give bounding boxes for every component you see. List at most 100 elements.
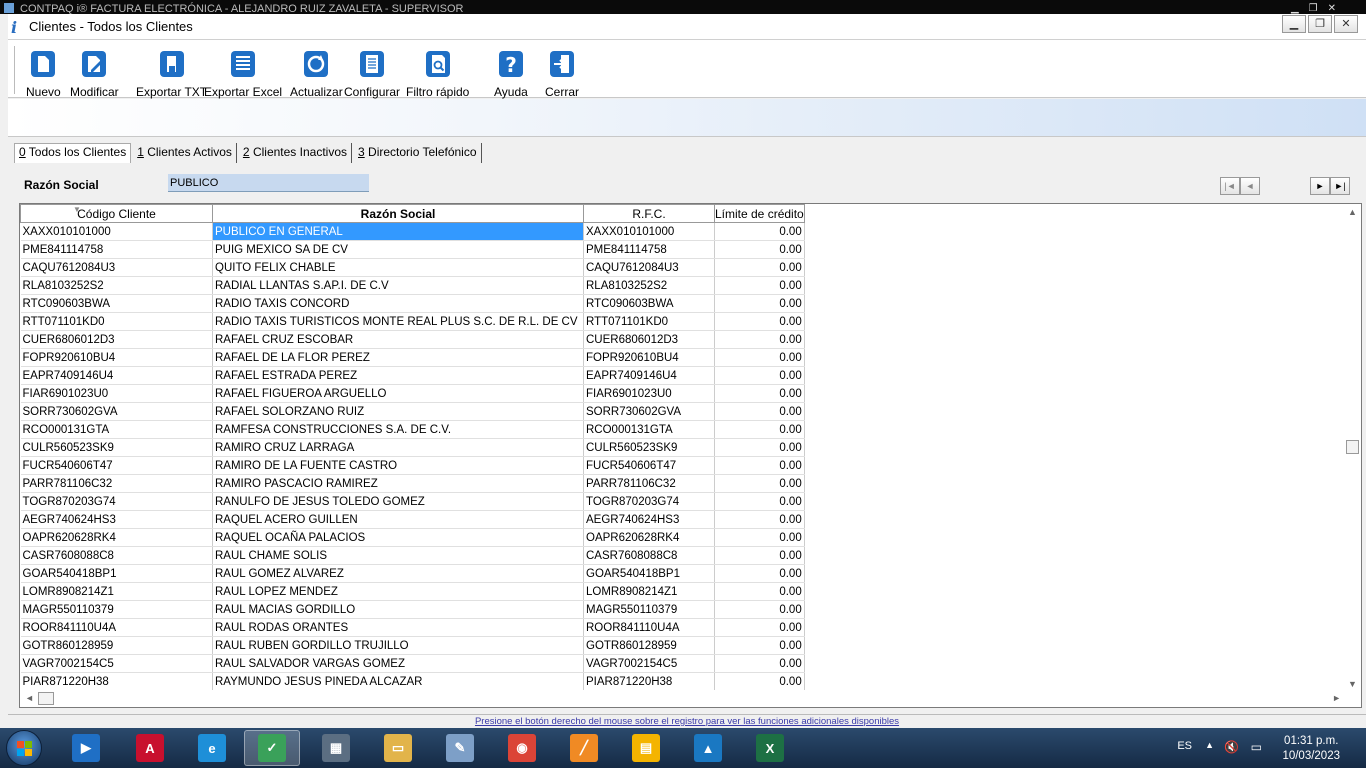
column-header-rfc[interactable]: R.F.C.	[583, 204, 715, 223]
cell-rfc[interactable]: PIAR871220H38	[583, 672, 715, 691]
taskbar-edge-button[interactable]: e	[184, 730, 240, 766]
cell-rfc[interactable]: CAQU7612084U3	[583, 258, 715, 277]
cell-codigo[interactable]: LOMR8908214Z1	[20, 582, 213, 601]
table-row[interactable]: CULR560523SK9 RAMIRO CRUZ LARRAGA CULR5605…	[20, 438, 805, 457]
table-row[interactable]: GOTR860128959 RAUL RUBEN GORDILLO TRUJILL…	[20, 636, 805, 655]
cell-razon-social[interactable]: RADIO TAXIS TURISTICOS MONTE REAL PLUS S…	[212, 312, 584, 331]
table-row[interactable]: PME841114758 PUIG MEXICO SA DE CV PME84111…	[20, 240, 805, 259]
cell-rfc[interactable]: CUER6806012D3	[583, 330, 715, 349]
cell-razon-social[interactable]: RAFAEL CRUZ ESCOBAR	[212, 330, 584, 349]
cell-codigo[interactable]: MAGR550110379	[20, 600, 213, 619]
cell-limite-credito[interactable]: 0.00	[714, 636, 805, 655]
cell-codigo[interactable]: PME841114758	[20, 240, 213, 259]
table-row[interactable]: AEGR740624HS3 RAQUEL ACERO GUILLEN AEGR740…	[20, 510, 805, 529]
cell-razon-social[interactable]: RAUL SALVADOR VARGAS GOMEZ	[212, 654, 584, 673]
cell-codigo[interactable]: CASR7608088C8	[20, 546, 213, 565]
cell-rfc[interactable]: FIAR6901023U0	[583, 384, 715, 403]
cell-rfc[interactable]: MAGR550110379	[583, 600, 715, 619]
cell-rfc[interactable]: CULR560523SK9	[583, 438, 715, 457]
cell-razon-social[interactable]: RAUL CHAME SOLIS	[212, 546, 584, 565]
close-button[interactable]: ✕	[1334, 15, 1358, 33]
cell-limite-credito[interactable]: 0.00	[714, 240, 805, 259]
cell-limite-credito[interactable]: 0.00	[714, 330, 805, 349]
cell-limite-credito[interactable]: 0.00	[714, 546, 805, 565]
scroll-right-icon[interactable]: ►	[1332, 693, 1341, 703]
language-indicator[interactable]: ES	[1177, 740, 1192, 752]
cell-codigo[interactable]: GOAR540418BP1	[20, 564, 213, 583]
app-close-icon[interactable]: ✕	[1328, 0, 1336, 14]
cell-limite-credito[interactable]: 0.00	[714, 492, 805, 511]
table-row[interactable]: GOAR540418BP1 RAUL GOMEZ ALVAREZ GOAR54041…	[20, 564, 805, 583]
refresh-button[interactable]: Actualizar	[290, 50, 343, 99]
scroll-left-icon[interactable]: ◄	[25, 693, 34, 703]
clock[interactable]: 01:31 p.m. 10/03/2023	[1282, 734, 1340, 764]
help-button[interactable]: ? Ayuda	[494, 50, 528, 99]
export-txt-button[interactable]: Exportar TXT	[136, 50, 207, 99]
tab-directorio-telefonico[interactable]: 3 Directorio Telefónico	[354, 143, 482, 163]
cell-codigo[interactable]: TOGR870203G74	[20, 492, 213, 511]
table-row[interactable]: PIAR871220H38 RAYMUNDO JESUS PINEDA ALCAZ…	[20, 672, 805, 691]
tab-clientes-inactivos[interactable]: 2 Clientes Inactivos	[239, 143, 352, 163]
taskbar-media-player-button[interactable]: ▶	[58, 730, 114, 766]
cell-codigo[interactable]: VAGR7002154C5	[20, 654, 213, 673]
cell-razon-social[interactable]: RAMFESA CONSTRUCCIONES S.A. DE C.V.	[212, 420, 584, 439]
taskbar-acrobat-button[interactable]: A	[122, 730, 178, 766]
cell-rfc[interactable]: LOMR8908214Z1	[583, 582, 715, 601]
cell-codigo[interactable]: GOTR860128959	[20, 636, 213, 655]
cell-razon-social[interactable]: RADIO TAXIS CONCORD	[212, 294, 584, 313]
cell-limite-credito[interactable]: 0.00	[714, 222, 805, 241]
table-row[interactable]: TOGR870203G74 RANULFO DE JESUS TOLEDO GOM…	[20, 492, 805, 511]
tab-clientes-activos[interactable]: 1 Clientes Activos	[133, 143, 237, 163]
cell-rfc[interactable]: ROOR841110U4A	[583, 618, 715, 637]
table-row[interactable]: FUCR540606T47 RAMIRO DE LA FUENTE CASTRO F…	[20, 456, 805, 475]
network-icon[interactable]: ▭	[1251, 740, 1262, 754]
tray-expand-icon[interactable]: ▲	[1205, 740, 1214, 750]
cell-limite-credito[interactable]: 0.00	[714, 402, 805, 421]
table-row[interactable]: FOPR920610BU4 RAFAEL DE LA FLOR PEREZ FOPR…	[20, 348, 805, 367]
cell-rfc[interactable]: OAPR620628RK4	[583, 528, 715, 547]
vertical-scroll-thumb[interactable]	[1346, 440, 1359, 454]
cell-rfc[interactable]: PME841114758	[583, 240, 715, 259]
cell-rfc[interactable]: RTC090603BWA	[583, 294, 715, 313]
cell-limite-credito[interactable]: 0.00	[714, 582, 805, 601]
app-restore-icon[interactable]: ❐	[1309, 0, 1318, 14]
cell-razon-social[interactable]: PUIG MEXICO SA DE CV	[212, 240, 584, 259]
cell-razon-social[interactable]: RAMIRO PASCACIO RAMIREZ	[212, 474, 584, 493]
table-row[interactable]: LOMR8908214Z1 RAUL LOPEZ MENDEZ LOMR890821…	[20, 582, 805, 601]
cell-codigo[interactable]: RLA8103252S2	[20, 276, 213, 295]
cell-limite-credito[interactable]: 0.00	[714, 654, 805, 673]
cell-codigo[interactable]: EAPR7409146U4	[20, 366, 213, 385]
cell-limite-credito[interactable]: 0.00	[714, 384, 805, 403]
cell-codigo[interactable]: FIAR6901023U0	[20, 384, 213, 403]
cell-codigo[interactable]: CUER6806012D3	[20, 330, 213, 349]
cell-razon-social[interactable]: RAMIRO DE LA FUENTE CASTRO	[212, 456, 584, 475]
table-row[interactable]: XAXX010101000 PUBLICO EN GENERAL XAXX01010…	[20, 222, 805, 241]
app-minimize-icon[interactable]: ▁	[1291, 0, 1299, 14]
cell-codigo[interactable]: AEGR740624HS3	[20, 510, 213, 529]
speaker-muted-icon[interactable]: 🔇	[1224, 740, 1239, 754]
cell-rfc[interactable]: FUCR540606T47	[583, 456, 715, 475]
cell-limite-credito[interactable]: 0.00	[714, 564, 805, 583]
cell-codigo[interactable]: FOPR920610BU4	[20, 348, 213, 367]
cell-codigo[interactable]: OAPR620628RK4	[20, 528, 213, 547]
cell-codigo[interactable]: FUCR540606T47	[20, 456, 213, 475]
last-record-button[interactable]: ►|	[1330, 177, 1350, 195]
table-row[interactable]: RCO000131GTA RAMFESA CONSTRUCCIONES S.A. …	[20, 420, 805, 439]
cell-rfc[interactable]: FOPR920610BU4	[583, 348, 715, 367]
cell-rfc[interactable]: XAXX010101000	[583, 222, 715, 241]
column-header-codigo[interactable]: ▼ Código Cliente	[20, 204, 213, 223]
start-button[interactable]	[6, 730, 42, 766]
cell-limite-credito[interactable]: 0.00	[714, 528, 805, 547]
cell-rfc[interactable]: VAGR7002154C5	[583, 654, 715, 673]
cell-limite-credito[interactable]: 0.00	[714, 366, 805, 385]
modify-button[interactable]: Modificar	[70, 50, 119, 99]
cell-codigo[interactable]: RTT071101KD0	[20, 312, 213, 331]
new-button[interactable]: Nuevo	[26, 50, 61, 99]
cell-razon-social[interactable]: RAUL RUBEN GORDILLO TRUJILLO	[212, 636, 584, 655]
cell-codigo[interactable]: RTC090603BWA	[20, 294, 213, 313]
cell-razon-social[interactable]: RAFAEL ESTRADA PEREZ	[212, 366, 584, 385]
previous-record-button[interactable]: ◄	[1240, 177, 1260, 195]
cell-codigo[interactable]: PARR781106C32	[20, 474, 213, 493]
taskbar-calculator-button[interactable]: ▦	[308, 730, 364, 766]
cell-codigo[interactable]: SORR730602GVA	[20, 402, 213, 421]
